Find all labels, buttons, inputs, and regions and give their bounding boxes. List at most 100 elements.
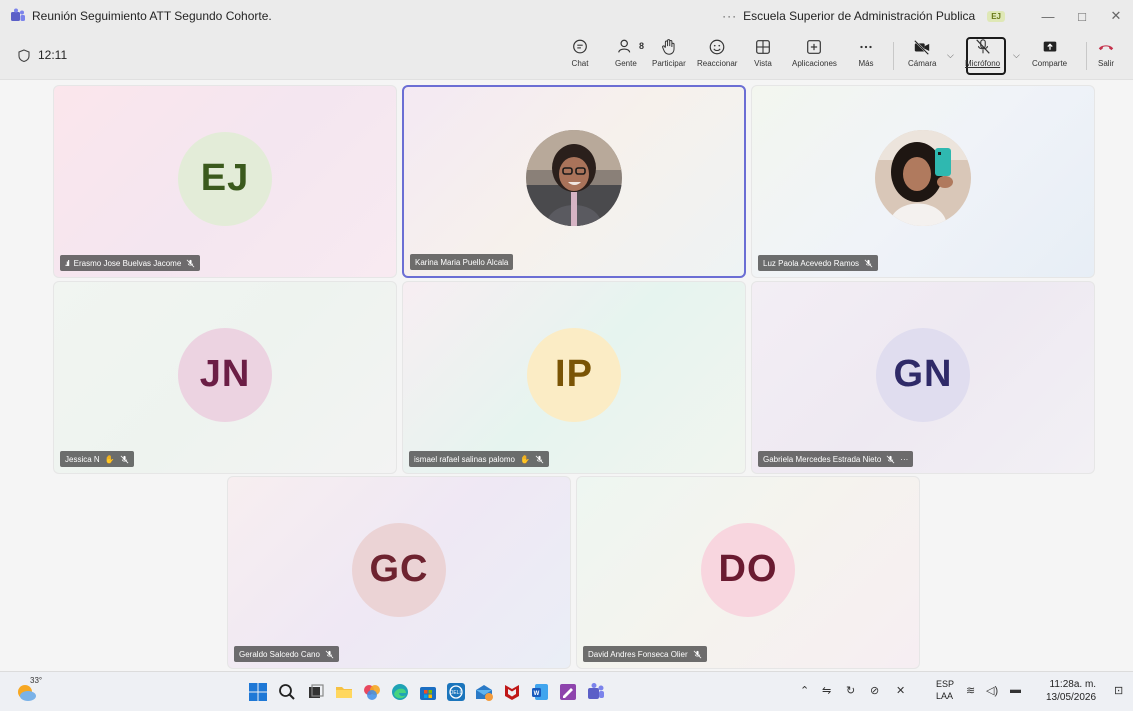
participant-photo [526, 129, 622, 226]
mail-app-icon[interactable] [474, 682, 494, 702]
apps-label: Aplicaciones [792, 59, 837, 68]
file-explorer-icon[interactable] [334, 682, 354, 702]
dropbox-icon[interactable]: ⇋ [822, 684, 831, 697]
system-clock[interactable]: 11:28a. m. 13/05/2026 [1046, 678, 1096, 704]
microsoft-store-icon[interactable] [418, 682, 438, 702]
chat-button[interactable]: Chat [571, 38, 589, 68]
mic-off-icon [975, 39, 990, 54]
participant-name: Gabriela Mercedes Estrada Nieto [763, 454, 882, 464]
search-icon[interactable] [277, 682, 297, 702]
mic-muted-icon [186, 259, 195, 267]
participant-name: Erasmo Jose Buelvas Jacome [73, 258, 182, 268]
people-icon [618, 39, 631, 53]
participant-more-icon[interactable]: ··· [900, 455, 908, 464]
camera-off-icon [914, 39, 930, 55]
participant-name-tag: Gabriela Mercedes Estrada Nieto ··· [758, 451, 914, 467]
tray-mic-muted-icon[interactable]: ✕ [896, 684, 905, 697]
task-view-icon[interactable] [306, 682, 326, 702]
share-button[interactable]: Comparte [1032, 38, 1067, 68]
window-title: Reunión Seguimiento ATT Segundo Cohorte. [32, 9, 272, 23]
emoji-icon [709, 39, 725, 55]
mic-muted-icon [886, 455, 895, 463]
participant-initials: EJ [178, 131, 272, 226]
participant-name-tag: David Andres Fonseca Olier [583, 646, 707, 662]
mic-options-chevron-icon[interactable]: ⌵ [1013, 50, 1020, 61]
camera-options-chevron-icon[interactable]: ⌵ [947, 50, 954, 61]
react-button[interactable]: Reaccionar [697, 38, 737, 68]
signal-strength-icon: .ıl [65, 258, 70, 268]
dell-app-icon[interactable]: DELL [446, 682, 466, 702]
title-bar: Reunión Seguimiento ATT Segundo Cohorte.… [0, 0, 1133, 32]
apps-button[interactable]: Aplicaciones [792, 38, 837, 68]
raised-hand-icon: ✋ [519, 454, 530, 464]
maximize-button[interactable]: □ [1065, 9, 1099, 24]
word-icon[interactable]: W [530, 682, 550, 702]
volume-icon[interactable]: ◁) [986, 684, 998, 697]
view-button[interactable]: Vista [754, 38, 772, 68]
participant-name-tag: Luz Paola Acevedo Ramos [758, 255, 879, 271]
sync-icon[interactable]: ↻ [846, 684, 855, 697]
editor-app-icon[interactable] [558, 682, 578, 702]
microphone-label: Micrófono [965, 59, 1001, 68]
photos-app-icon[interactable] [362, 682, 382, 702]
language-indicator[interactable]: ESP LAA [936, 678, 954, 702]
participant-name-tag: Geraldo Salcedo Cano [234, 646, 339, 662]
participant-name: ismael rafael salinas palomo [414, 454, 515, 464]
participant-initials: GN [876, 327, 970, 422]
more-icon [860, 45, 872, 49]
notification-center-icon[interactable]: ⊡ [1114, 684, 1123, 697]
meeting-timer: 12:11 [18, 48, 67, 62]
minimize-button[interactable]: — [1031, 9, 1065, 24]
mic-muted-icon [120, 455, 129, 463]
grid-view-icon [756, 40, 770, 54]
participant-tile[interactable]: GC Geraldo Salcedo Cano [227, 476, 571, 669]
mic-muted-icon [864, 259, 873, 267]
participant-name: Karina Maria Puello Alcala [415, 257, 509, 267]
show-hidden-icons-chevron-icon[interactable]: ⌃ [800, 684, 809, 697]
participant-photo [875, 129, 971, 226]
account-avatar[interactable]: EJ [987, 10, 1005, 22]
participant-name-tag: ismael rafael salinas palomo ✋ [409, 451, 549, 467]
participant-initials: IP [527, 327, 621, 422]
share-label: Comparte [1032, 59, 1068, 68]
participant-tile[interactable]: GN Gabriela Mercedes Estrada Nieto ··· [751, 281, 1095, 474]
participant-tile-active-speaker[interactable]: Karina Maria Puello Alcala [402, 85, 746, 278]
people-button[interactable]: 8 Gente [615, 38, 644, 68]
mcafee-icon[interactable] [502, 682, 522, 702]
participant-tile[interactable]: DO David Andres Fonseca Olier [576, 476, 920, 669]
participant-tile[interactable]: Luz Paola Acevedo Ramos [751, 85, 1095, 278]
mic-muted-icon [535, 455, 544, 463]
camera-label: Cámara [908, 59, 937, 68]
raise-hand-button[interactable]: Participar [652, 38, 686, 68]
more-button[interactable]: Más [857, 38, 875, 68]
shield-icon [18, 48, 30, 62]
weather-widget[interactable]: 33° [14, 676, 42, 704]
notifications-off-icon[interactable]: ⊘ [870, 684, 879, 697]
windows-taskbar: 33° DELL W ⌃ ⇋ ↻ ⊘ ✕ ESP LAA ≋ ◁) ▬ 11:2… [0, 671, 1133, 711]
add-app-icon [807, 40, 822, 54]
close-window-button[interactable]: ✕ [1099, 8, 1133, 24]
more-options-icon[interactable]: ··· [722, 9, 737, 23]
leave-label: Salir [1097, 59, 1114, 68]
timer-text: 12:11 [38, 48, 68, 62]
hand-icon [662, 39, 675, 55]
participant-initials: DO [701, 522, 795, 617]
teams-taskbar-icon[interactable] [586, 682, 606, 702]
participant-tile[interactable]: IP ismael rafael salinas palomo ✋ [402, 281, 746, 474]
camera-button[interactable]: Cámara [908, 38, 936, 68]
participant-tile[interactable]: EJ .ıl Erasmo Jose Buelvas Jacome [53, 85, 397, 278]
start-menu-icon[interactable] [248, 682, 268, 702]
wifi-icon[interactable]: ≋ [966, 684, 975, 697]
temperature: 33° [30, 676, 43, 685]
teams-icon [11, 8, 25, 21]
participant-tile[interactable]: JN Jessica N ✋ [53, 281, 397, 474]
leave-button[interactable]: Salir [1097, 38, 1115, 68]
react-label: Reaccionar [697, 59, 738, 68]
keyboard-layout: LAA [936, 691, 954, 701]
battery-icon[interactable]: ▬ [1010, 684, 1021, 696]
organization-name[interactable]: Escuela Superior de Administración Publi… [743, 9, 975, 23]
microphone-button[interactable]: Micrófono [965, 38, 1000, 68]
edge-browser-icon[interactable] [390, 682, 410, 702]
meeting-toolbar: 12:11 Chat 8 Gente Participar Reaccionar… [0, 32, 1133, 80]
more-label: Más [858, 59, 874, 68]
